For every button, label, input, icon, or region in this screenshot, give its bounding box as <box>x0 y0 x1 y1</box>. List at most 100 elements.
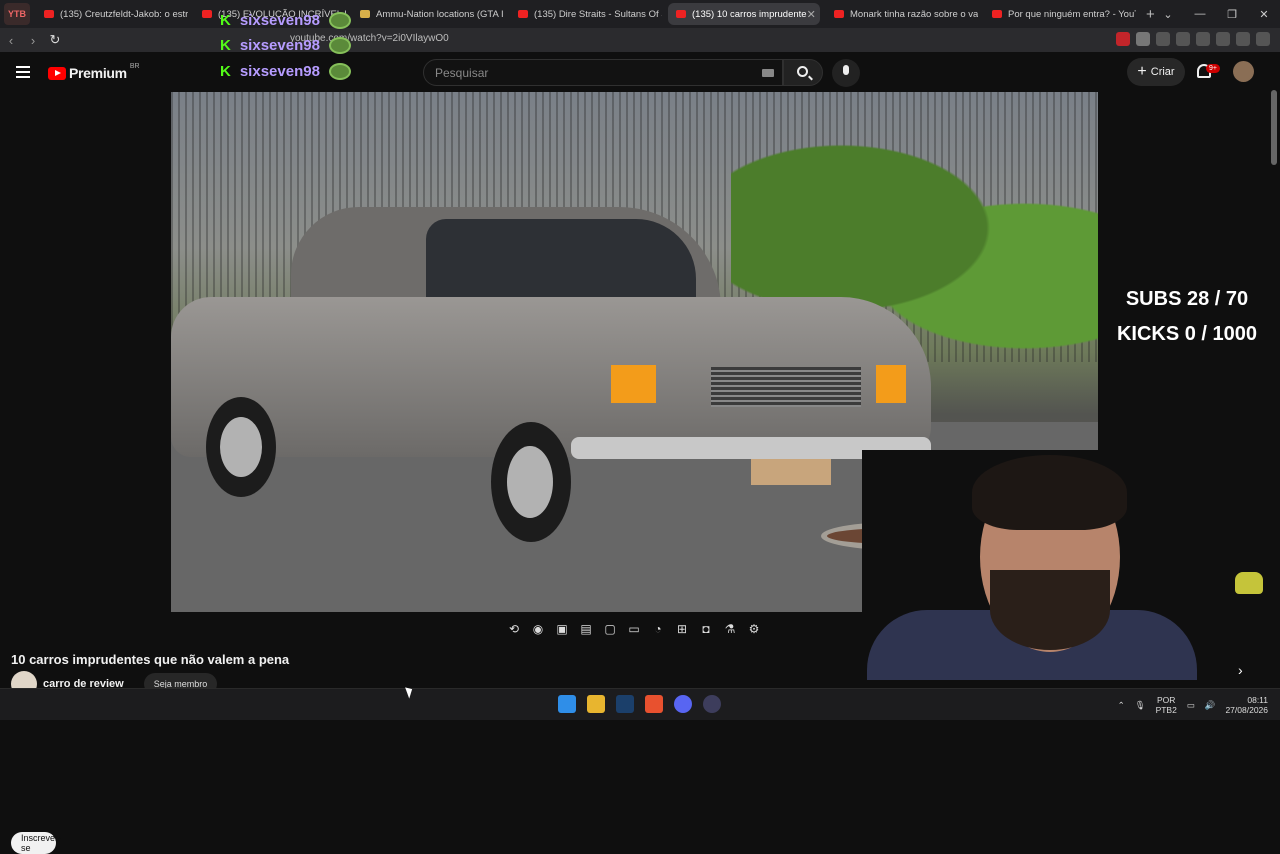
youtube-logo[interactable]: Premium BR <box>48 62 140 81</box>
youtube-favicon-icon <box>992 10 1002 18</box>
add-icon[interactable]: ⊞ <box>673 621 691 637</box>
search-icon <box>797 66 808 77</box>
camera-video-icon[interactable]: ▣ <box>553 621 571 637</box>
volume-icon[interactable]: 🔊 <box>1205 700 1216 711</box>
wallet-icon[interactable] <box>1216 32 1230 46</box>
close-window-icon[interactable]: ✕ <box>1248 8 1280 21</box>
browser-tab-active[interactable]: (135) 10 carros imprudente ✕ <box>668 3 820 25</box>
kick-username: sixseven98 <box>239 37 320 54</box>
browser-tab-strip: YTB (135) Creutzfeldt-Jakob: o estranh (… <box>0 0 1280 28</box>
speed-icon[interactable]: ◔ <box>649 621 667 637</box>
system-tray: ⌃ 🎙 POR PTB2 ▭ 🔊 08:11 27/08/2026 <box>1118 695 1268 715</box>
tab-label: Ammu-Nation locations (GTA III) - <box>376 8 504 20</box>
kicks-goal: KICKS 0 / 1000 <box>1116 323 1258 345</box>
wiki-favicon-icon <box>360 10 370 18</box>
browser-tab[interactable]: Monark tinha razão sobre o valor <box>826 3 978 25</box>
tab-label: (135) 10 carros imprudente <box>692 8 807 20</box>
youtube-favicon-icon <box>834 10 844 18</box>
frog-emote-icon <box>328 12 351 29</box>
logo-text: Premium <box>69 65 127 81</box>
tab-label: Monark tinha razão sobre o valor <box>850 8 978 20</box>
kick-logo-icon: K <box>220 37 231 54</box>
kick-follower-alert: Ksixseven98 <box>220 63 351 80</box>
close-tab-icon[interactable]: ✕ <box>807 8 816 21</box>
brave-icon[interactable] <box>645 695 663 713</box>
chevron-up-icon[interactable]: ⌃ <box>1118 700 1125 711</box>
window-controls: ⌄ — ❐ ✕ <box>1152 0 1280 28</box>
youtube-favicon-icon <box>202 10 212 18</box>
keyboard-icon[interactable] <box>762 69 774 77</box>
minimize-icon[interactable]: — <box>1184 8 1216 20</box>
subscribe-button[interactable]: Inscrever-se <box>11 832 61 854</box>
chevron-right-icon[interactable]: › <box>1238 662 1243 678</box>
language-indicator[interactable]: POR PTB2 <box>1156 695 1177 715</box>
app-icon[interactable] <box>703 695 721 713</box>
time: 08:11 <box>1247 695 1268 705</box>
tab-list-icon[interactable]: ⌄ <box>1152 8 1184 21</box>
stream-goals: SUBS 28 / 70 KICKS 0 / 1000 <box>1112 282 1262 352</box>
tab-label: Por que ninguém entra? - YouTub <box>1008 8 1136 20</box>
search-button[interactable] <box>783 59 823 86</box>
kick-username: sixseven98 <box>239 12 320 29</box>
logo-region: BR <box>129 62 140 70</box>
browser-tab[interactable]: Ammu-Nation locations (GTA III) - <box>352 3 504 25</box>
search-input[interactable]: Pesquisar <box>423 59 783 86</box>
youtube-play-icon <box>48 66 66 80</box>
extension-icon[interactable] <box>1136 32 1150 46</box>
scrollbar[interactable] <box>1271 90 1277 165</box>
video-title: 10 carros imprudentes que não valem a pe… <box>11 652 290 667</box>
kick-logo-icon: K <box>220 63 231 80</box>
puzzle-icon[interactable] <box>1156 32 1170 46</box>
shield-icon[interactable] <box>1236 32 1250 46</box>
sidebar-icon[interactable] <box>1196 32 1210 46</box>
back-icon[interactable]: ‹ <box>0 33 22 48</box>
restore-icon[interactable]: ❐ <box>1216 8 1248 21</box>
extension-icon[interactable] <box>1116 32 1130 46</box>
date: 27/08/2026 <box>1225 705 1268 715</box>
tab-group-label[interactable]: YTB <box>4 3 30 25</box>
file-explorer-icon[interactable] <box>587 695 605 713</box>
streamer-webcam <box>862 450 1200 680</box>
pip-icon[interactable]: ▢ <box>601 621 619 637</box>
car-emote-icon <box>1235 572 1263 594</box>
youtube-favicon-icon <box>518 10 528 18</box>
search-placeholder: Pesquisar <box>435 65 489 80</box>
film-icon[interactable]: ▤ <box>577 621 595 637</box>
hamburger-menu-icon[interactable] <box>16 66 30 81</box>
browser-tab[interactable]: Por que ninguém entra? - YouTub <box>984 3 1136 25</box>
windows-taskbar: ⌃ 🎙 POR PTB2 ▭ 🔊 08:11 27/08/2026 <box>0 688 1280 720</box>
clock[interactable]: 08:11 27/08/2026 <box>1225 695 1268 715</box>
menu-icon[interactable] <box>1256 32 1270 46</box>
youtube-favicon-icon <box>44 10 54 18</box>
discord-icon[interactable] <box>674 695 692 713</box>
avatar[interactable] <box>1233 61 1254 82</box>
mic-tray-icon[interactable]: 🎙 <box>1135 700 1146 711</box>
browser-tab[interactable]: (135) Creutzfeldt-Jakob: o estranh <box>36 3 188 25</box>
screenshot-icon[interactable]: ◘ <box>697 621 715 637</box>
forward-icon[interactable]: › <box>22 33 44 48</box>
subs-goal: SUBS 28 / 70 <box>1125 288 1249 310</box>
music-icon[interactable] <box>1176 32 1190 46</box>
create-button[interactable]: + Criar <box>1127 58 1185 86</box>
flask-icon[interactable]: ⚗ <box>721 621 739 637</box>
voice-search-icon[interactable] <box>832 59 860 87</box>
loop-icon[interactable]: ⟲ <box>505 621 523 637</box>
extensions-bar <box>1116 32 1270 46</box>
youtube-favicon-icon <box>676 10 686 18</box>
audio-icon[interactable]: ◉ <box>529 621 547 637</box>
address-bar: ‹ › ↻ youtube.com/watch?v=2i0VIlaywO0 <box>0 28 1280 52</box>
lang-code: POR <box>1156 695 1176 705</box>
player-extension-toolbar: ⟲ ◉ ▣ ▤ ▢ ▭ ◔ ⊞ ◘ ⚗ ⚙ <box>505 618 763 640</box>
reload-icon[interactable]: ↻ <box>44 32 66 48</box>
frog-emote-icon <box>328 37 351 54</box>
steam-icon[interactable] <box>616 695 634 713</box>
gear-icon[interactable]: ⚙ <box>745 621 763 637</box>
kick-username: sixseven98 <box>239 63 320 80</box>
kick-logo-icon: K <box>220 12 231 29</box>
display-icon[interactable]: ▭ <box>1187 700 1195 711</box>
browser-tab[interactable]: (135) Dire Straits - Sultans Of Swin <box>510 3 662 25</box>
theater-icon[interactable]: ▭ <box>625 621 643 637</box>
tab-label: (135) Creutzfeldt-Jakob: o estranh <box>60 8 188 20</box>
youtube-header: Premium BR Pesquisar + Criar <box>0 52 1280 92</box>
windows-start-icon[interactable] <box>558 695 576 713</box>
